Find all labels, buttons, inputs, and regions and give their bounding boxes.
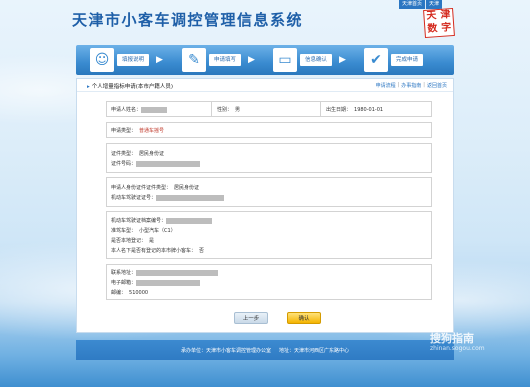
has-vehicle-value: 否	[199, 248, 205, 254]
site-title: 天津市小客车调控管理信息系统	[72, 11, 304, 29]
panel-header: ▸ 个人增量指标申请(本市户籍人员) 申请流程 | 办事指南 | 返回首页	[77, 79, 453, 92]
display-icon: ▭	[273, 48, 297, 72]
panel-title: ▸ 个人增量指标申请(本市户籍人员)	[87, 84, 174, 90]
step-confirm-info: ▭ 信息确认	[273, 48, 333, 72]
proxy-id-type-value: 居民身份证	[174, 185, 200, 191]
redacted-license-id	[156, 194, 225, 201]
step-arrow-icon: ▶	[339, 55, 346, 65]
step-arrow-icon: ▶	[156, 55, 163, 65]
redacted-email	[136, 279, 201, 286]
step-complete: ✔ 完成申请	[364, 48, 424, 72]
proxy-id-number-row: 机动车驾驶证证号：	[111, 194, 225, 201]
apply-type-row: 申请类型： 普通车摇号	[111, 128, 165, 134]
top-link-tianjin[interactable]: 天津	[425, 0, 443, 9]
step-label: 申请填写	[209, 54, 242, 66]
redacted-address	[136, 269, 219, 276]
link-apply-process[interactable]: 申请流程	[376, 82, 396, 89]
contact-address-row: 联系地址：	[111, 269, 219, 276]
license-box: 机动车驾驶证档案编号： 准驾车型： 小型汽车（C1） 是否本地登记：是 本人名下是…	[106, 211, 432, 259]
top-link-home[interactable]: 天津首页	[399, 0, 426, 9]
apply-type-box: 申请类型： 普通车摇号	[106, 122, 432, 138]
email-row: 电子邮箱：	[111, 279, 201, 286]
top-links: 天津首页 天津	[399, 0, 443, 9]
redacted-name	[141, 106, 168, 113]
apply-type-value: 普通车摇号	[139, 128, 165, 134]
id-box: 证件类型： 居民身份证 证件号码：	[106, 143, 432, 173]
panel-links: 申请流程 | 办事指南 | 返回首页	[375, 82, 447, 89]
footer-host: 承办单位：天津市小客车调控管理办公室	[180, 347, 271, 354]
watermark-url: zhinan.sogou.com	[430, 345, 485, 352]
redacted-license-number	[166, 217, 213, 224]
id-number-row: 证件号码：	[111, 160, 201, 167]
application-panel: ▸ 个人增量指标申请(本市户籍人员) 申请流程 | 办事指南 | 返回首页 申请人…	[76, 78, 454, 333]
local-reg-row: 是否本地登记：是	[111, 238, 155, 244]
step-label: 信息确认	[300, 54, 333, 66]
birth-row: 出生日期： 1980-01-01	[326, 107, 384, 113]
step-fill-form: ✎ 申请填写	[182, 48, 242, 72]
proxy-id-type-row: 申请人身份证件证件类型： 居民身份证	[111, 185, 200, 191]
proxy-id-box: 申请人身份证件证件类型： 居民身份证 机动车驾驶证证号：	[106, 177, 432, 207]
license-type-row: 准驾车型： 小型汽车（C1）	[111, 228, 176, 234]
has-vehicle-row: 本人名下是否有登记的本市牌小客车：否	[111, 248, 205, 254]
footer-address: 地址：天津市河西区广东路中心	[279, 347, 350, 354]
id-type-value: 居民身份证	[139, 151, 165, 157]
basic-info-box: 申请人姓名： 性别：男 出生日期： 1980-01-01	[106, 101, 432, 117]
link-home[interactable]: 返回首页	[427, 82, 447, 89]
link-guide[interactable]: 办事指南	[401, 82, 421, 89]
edit-icon: ✎	[182, 48, 206, 72]
postcode-row: 邮编： 510000	[111, 290, 149, 296]
bullet-icon: ▸	[87, 84, 90, 90]
gender-value: 男	[235, 107, 241, 113]
watermark: 搜狗指南	[430, 332, 474, 345]
gender-row: 性别：男	[217, 107, 241, 113]
license-type-value: 小型汽车（C1）	[139, 228, 176, 234]
step-instructions: ☺ 填报说明	[90, 48, 150, 72]
tianjin-digital-logo: 天 津 数 字	[423, 7, 455, 39]
applicant-name-row: 申请人姓名：	[111, 106, 168, 113]
person-icon: ☺	[90, 48, 114, 72]
prev-step-button[interactable]: 上一步	[234, 312, 268, 324]
step-label: 填报说明	[117, 54, 150, 66]
postcode-value: 510000	[129, 290, 149, 296]
step-arrow-icon: ▶	[248, 55, 255, 65]
site-header: 天津市小客车调控管理信息系统 天津首页 天津 天 津 数 字	[0, 0, 530, 40]
step-label: 完成申请	[391, 54, 424, 66]
redacted-id-number	[136, 160, 201, 167]
site-footer: 承办单位：天津市小客车调控管理办公室 地址：天津市河西区广东路中心	[76, 340, 454, 360]
check-icon: ✔	[364, 48, 388, 72]
local-reg-value: 是	[149, 238, 155, 244]
birth-value: 1980-01-01	[354, 107, 384, 113]
contact-box: 联系地址： 电子邮箱： 邮编： 510000	[106, 264, 432, 300]
id-type-row: 证件类型： 居民身份证	[111, 151, 165, 157]
license-number-row: 机动车驾驶证档案编号：	[111, 217, 213, 224]
confirm-button[interactable]: 确认	[287, 312, 321, 324]
progress-steps: ☺ 填报说明 ▶ ✎ 申请填写 ▶ ▭ 信息确认 ▶ ✔ 完成申请	[76, 45, 454, 75]
